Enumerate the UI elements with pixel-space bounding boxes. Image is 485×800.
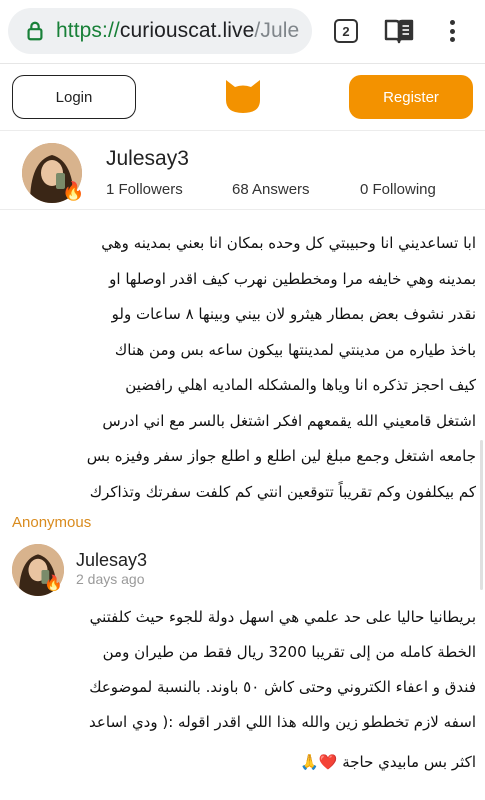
answer-line: بريطانيا حاليا على حد علمي هي اسهل دولة … — [89, 608, 476, 626]
following-count[interactable]: 0 Following — [360, 181, 436, 198]
question-line: جامعه اشتغل وجمع مبلغ لين اطلع و اطلع جو… — [86, 447, 476, 465]
browser-toolbar: https://curiouscat.live/Jule 2 — [0, 0, 485, 64]
answer-line: الخطة كامله من إلى تقريبا 3200 ريال فقط … — [102, 643, 476, 661]
register-button[interactable]: Register — [349, 75, 473, 119]
question-line: كم بيكلفون وكم تقريباً تتوقعين انتي كم ك… — [89, 482, 476, 501]
question-author: Anonymous — [12, 514, 92, 531]
question-text: ابا تساعديني انا وحبيبتي كل وحده بمكان ا… — [10, 226, 476, 510]
answer-last-line: اكثر بس مابيدي حاجة ❤️🙏 — [300, 753, 476, 771]
lock-icon — [27, 21, 43, 41]
answer-author[interactable]: Julesay3 — [76, 550, 147, 571]
address-bar[interactable]: https://curiouscat.live/Jule — [8, 8, 312, 54]
cat-head-icon[interactable] — [222, 74, 264, 116]
fire-icon: 🔥 — [62, 181, 85, 201]
url-text: https://curiouscat.live/Jule — [56, 19, 300, 42]
followers-count[interactable]: 1 Followers — [106, 181, 183, 198]
answer-line: فندق و اعفاء الكتروني وحتى كاش ٥٠ باوند.… — [89, 678, 476, 696]
fire-icon: 🔥 — [44, 575, 63, 592]
login-button[interactable]: Login — [12, 75, 136, 119]
reader-mode-icon[interactable] — [384, 18, 414, 44]
username[interactable]: Julesay3 — [106, 147, 189, 171]
answers-count[interactable]: 68 Answers — [232, 181, 310, 198]
overflow-menu-icon[interactable] — [442, 16, 462, 46]
answer-header: 🔥 Julesay3 2 days ago — [0, 538, 485, 598]
question-line: ابا تساعديني انا وحبيبتي كل وحده بمكان ا… — [101, 234, 476, 252]
answer-line: اسفه لازم تخططو زين والله هذا اللي اقدر … — [89, 713, 476, 731]
scrollbar[interactable] — [480, 440, 483, 590]
site-header: Login Register — [0, 64, 485, 130]
question-line: باخذ طياره من مدينتي لمدينتها بيكون ساعه… — [114, 340, 476, 359]
profile-card: 🔥 Julesay3 1 Followers 68 Answers 0 Foll… — [0, 130, 485, 210]
answer-timestamp: 2 days ago — [76, 571, 145, 587]
question-line: اشتغل قامعيني الله يقمعهم افكر اشتغل بال… — [102, 411, 476, 430]
question-line: كيف احجز تذكره انا وياها والمشكله المادي… — [125, 376, 476, 394]
question-line: بمدينه وهي خايفه مرا ومخططين نهرب كيف اق… — [109, 269, 476, 288]
answer-text: بريطانيا حاليا على حد علمي هي اسهل دولة … — [10, 600, 476, 740]
question-line: نقدر نشوف بعض بمطار هيثرو لان بيني وبينه… — [111, 305, 476, 323]
tab-switcher-icon[interactable]: 2 — [334, 19, 358, 43]
